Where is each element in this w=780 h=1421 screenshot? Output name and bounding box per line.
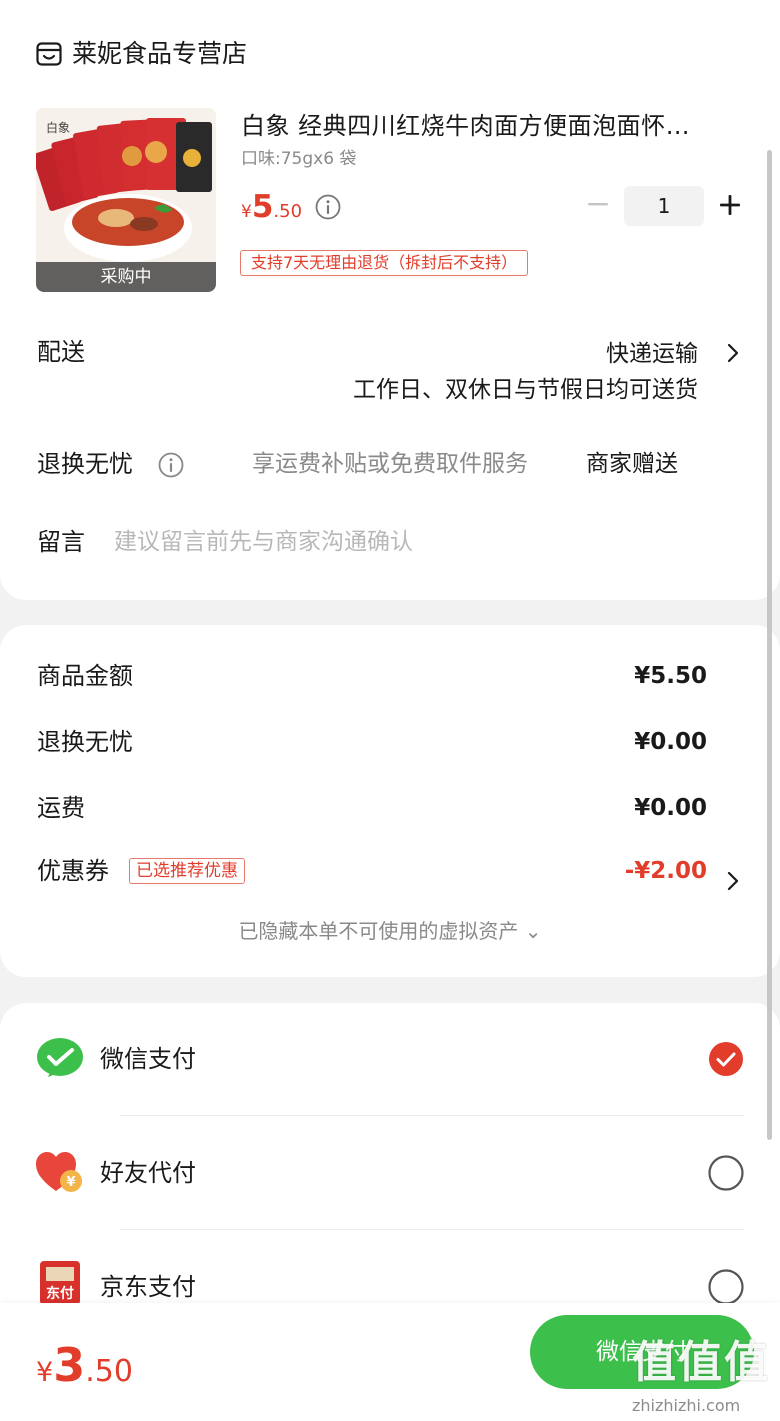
purchasing-status-tag: 采购中 (36, 262, 216, 292)
total-price-decimal: .50 (85, 1354, 133, 1389)
hidden-assets-toggle[interactable]: 已隐藏本单不可使用的虚拟资产 ⌄ (0, 917, 780, 945)
price-summary-card: 商品金额 ¥5.50 退换无忧 ¥0.00 运费 ¥0.00 优惠券 已选推荐优… (0, 625, 780, 977)
message-label: 留言 (37, 528, 85, 556)
checkout-bar: ¥3.50 微信支付 值值值 zhizhizhi.com (0, 1303, 780, 1421)
store-icon (36, 42, 62, 66)
store-name[interactable]: 莱妮食品专营店 (72, 38, 247, 70)
coupon-selected-tag: 已选推荐优惠 (129, 858, 245, 884)
watermark-logo: 值值值 (632, 1337, 770, 1388)
product-title[interactable]: 白象 经典四川红烧牛肉面方便面泡面怀… (241, 110, 731, 142)
summary-row-goods: 商品金额 ¥5.50 (37, 659, 707, 693)
summary-label: 运费 (37, 794, 85, 822)
wechat-pay-icon (37, 1038, 83, 1077)
radio-unchecked-icon[interactable] (708, 1269, 744, 1305)
payment-option-label: 京东支付 (100, 1273, 196, 1301)
summary-label: 退换无忧 (37, 728, 133, 756)
divider (120, 1115, 744, 1116)
svg-text:白象: 白象 (46, 120, 70, 135)
payment-option-wechat[interactable]: 微信支付 (0, 1015, 780, 1105)
chevron-right-icon[interactable] (726, 342, 740, 364)
product-price-integer: 5 (251, 189, 274, 225)
return-policy-badge: 支持7天无理由退货（拆封后不支持） (240, 250, 529, 276)
return-worry-free-info-icon[interactable] (158, 452, 184, 478)
summary-row-shipping: 运费 ¥0.00 (37, 791, 707, 825)
jd-pay-icon-card (46, 1267, 74, 1281)
scrollbar[interactable] (767, 150, 772, 1140)
return-worry-free-description: 享运费补贴或免费取件服务 (252, 451, 528, 477)
product-price: ¥5.50 (241, 187, 302, 232)
jd-pay-icon-text: 东付 (46, 1286, 74, 1302)
summary-row-coupon[interactable]: 优惠券 已选推荐优惠 -¥2.00 (37, 854, 707, 888)
watermark-url: zhizhizhi.com (632, 1396, 741, 1415)
return-worry-free-value: 商家赠送 (586, 451, 678, 477)
delivery-note: 工作日、双休日与节假日均可送货 (353, 377, 698, 403)
summary-value: ¥0.00 (634, 729, 707, 755)
summary-value: ¥5.50 (634, 663, 707, 689)
summary-row-return-worry-free: 退换无忧 ¥0.00 (37, 725, 707, 759)
coupon-label: 优惠券 (37, 857, 109, 885)
payment-option-label: 微信支付 (100, 1045, 196, 1073)
radio-unchecked-icon[interactable] (708, 1155, 744, 1191)
payment-option-friend[interactable]: ¥ 好友代付 (0, 1129, 780, 1219)
summary-label: 商品金额 (37, 662, 133, 690)
message-input[interactable] (114, 524, 734, 560)
product-spec[interactable]: 口味:75gx6 袋 (241, 148, 356, 170)
total-price: ¥3.50 (36, 1337, 133, 1404)
payment-option-label: 好友代付 (100, 1159, 196, 1187)
jd-pay-icon: 东付 (40, 1261, 80, 1305)
quantity-increase-button[interactable] (718, 193, 742, 217)
total-price-integer: 3 (53, 1338, 86, 1392)
order-item-card: 莱妮食品专营店 白象 采购中 白象 经典四川红烧牛肉面方便面泡面怀… 口味:75… (0, 0, 780, 600)
divider (120, 1229, 744, 1230)
product-image[interactable]: 白象 采购中 (36, 108, 216, 292)
chevron-right-icon[interactable] (726, 870, 740, 892)
svg-text:¥: ¥ (66, 1175, 75, 1190)
product-price-currency: ¥ (241, 202, 252, 222)
friend-pay-icon: ¥ (36, 1152, 82, 1192)
delivery-label: 配送 (37, 338, 85, 366)
price-info-icon[interactable] (315, 194, 341, 220)
coupon-value: -¥2.00 (624, 858, 707, 884)
return-worry-free-label: 退换无忧 (37, 450, 133, 478)
summary-value: ¥0.00 (634, 795, 707, 821)
quantity-value[interactable]: 1 (624, 186, 704, 226)
delivery-method[interactable]: 快递运输 (606, 338, 698, 370)
product-price-decimal: .50 (273, 201, 303, 222)
total-price-currency: ¥ (36, 1357, 54, 1388)
radio-checked-icon[interactable] (708, 1041, 744, 1077)
quantity-decrease-button[interactable] (586, 192, 610, 216)
